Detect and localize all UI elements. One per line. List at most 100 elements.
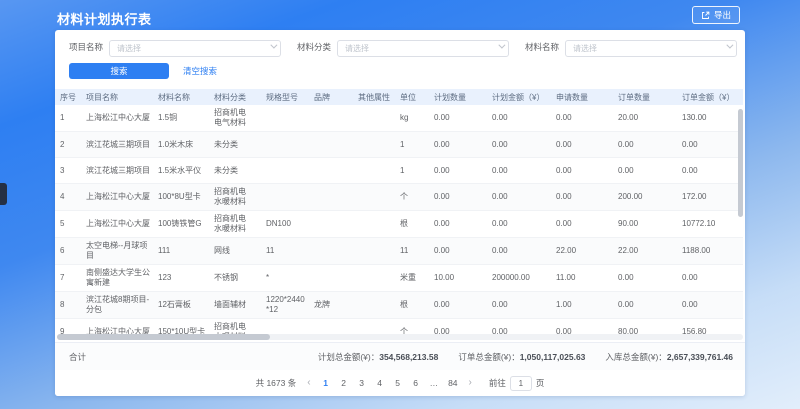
table-cell: 1.5铜 — [153, 105, 209, 132]
page-number[interactable]: 5 — [394, 378, 402, 388]
table-cell: 6 — [55, 238, 81, 265]
table-cell: 招商机电 电气材料 — [209, 105, 261, 132]
table-cell — [353, 265, 395, 292]
vertical-scrollbar-thumb[interactable] — [738, 109, 743, 217]
page-number[interactable]: 2 — [340, 378, 348, 388]
pagination-total: 共 1673 条 — [256, 377, 297, 389]
material-category-input[interactable] — [337, 40, 509, 57]
table-cell: 111 — [153, 238, 209, 265]
table-cell: 上海松江中心大厦 — [81, 211, 153, 238]
table-cell: 90.00 — [613, 211, 677, 238]
table-cell — [353, 292, 395, 319]
table-container: 序号项目名称材料名称材料分类规格型号品牌其他属性单位计划数量计划金额（¥）申请数… — [55, 89, 745, 346]
summary-item-label: 计划总金额(¥)： — [318, 352, 379, 362]
table-cell: 8 — [55, 292, 81, 319]
table-cell: 0.00 — [613, 292, 677, 319]
table-cell — [353, 158, 395, 184]
table-cell: 0.00 — [677, 292, 743, 319]
search-button[interactable]: 搜索 — [69, 63, 169, 79]
table-cell: 100铸铁管G — [153, 211, 209, 238]
materials-table: 序号项目名称材料名称材料分类规格型号品牌其他属性单位计划数量计划金额（¥）申请数… — [55, 89, 743, 346]
table-cell — [309, 184, 353, 211]
next-page-button[interactable]: › — [467, 378, 474, 388]
table-cell: 1.5米水平仪 — [153, 158, 209, 184]
goto-page-input[interactable] — [510, 376, 532, 391]
material-category-select[interactable] — [337, 38, 509, 55]
project-name-input[interactable] — [109, 40, 281, 57]
table-cell — [353, 211, 395, 238]
table-row[interactable]: 5上海松江中心大厦100铸铁管G招商机电 水暖材料DN100根0.000.000… — [55, 211, 743, 238]
table-cell: 1220*2440*12 — [261, 292, 309, 319]
table-cell: 根 — [395, 211, 429, 238]
table-cell — [261, 184, 309, 211]
table-cell: 11 — [261, 238, 309, 265]
project-name-select[interactable] — [109, 38, 281, 55]
export-icon — [701, 11, 710, 20]
page-number[interactable]: 3 — [358, 378, 366, 388]
table-cell: 1.00 — [551, 292, 613, 319]
table-row[interactable]: 4上海松江中心大厦100*8U型卡招商机电 水暖材料个0.000.000.002… — [55, 184, 743, 211]
table-cell: 滨江花城三期项目 — [81, 132, 153, 158]
table-cell: 南侧盛达大学生公寓新建 — [81, 265, 153, 292]
column-header: 单位 — [395, 89, 429, 105]
page-number[interactable]: 4 — [376, 378, 384, 388]
table-cell: 0.00 — [487, 105, 551, 132]
table-row[interactable]: 8滨江花城8期项目-分包12石膏板墙面辅材1220*2440*12龙牌根0.00… — [55, 292, 743, 319]
export-label: 导出 — [714, 9, 731, 21]
summary-total-label: 合计 — [69, 351, 86, 363]
table-cell — [353, 132, 395, 158]
table-cell: 未分类 — [209, 158, 261, 184]
material-name-select[interactable] — [565, 38, 737, 55]
filter-field-project: 项目名称 — [69, 38, 281, 55]
table-row[interactable]: 2滨江花城三期项目1.0米木床未分类10.000.000.000.000.00 — [55, 132, 743, 158]
table-cell: 不锈钢 — [209, 265, 261, 292]
table-cell: 4 — [55, 184, 81, 211]
clear-search-link[interactable]: 清空搜索 — [183, 65, 217, 77]
goto-label: 前往 — [489, 377, 506, 389]
table-cell — [309, 105, 353, 132]
content-card: 项目名称 材料分类 材料名称 — [55, 30, 745, 396]
table-cell — [353, 238, 395, 265]
sidebar-collapse-handle[interactable] — [0, 183, 7, 205]
material-category-label: 材料分类 — [297, 41, 331, 53]
export-button[interactable]: 导出 — [692, 6, 740, 24]
table-row[interactable]: 6太空电梯--月球项目111网线11110.000.0022.0022.0011… — [55, 238, 743, 265]
table-cell: 0.00 — [429, 184, 487, 211]
column-header: 品牌 — [309, 89, 353, 105]
table-row[interactable]: 3滨江花城三期项目1.5米水平仪未分类10.000.000.000.000.00 — [55, 158, 743, 184]
summary-item: 入库总金额(¥)：2,657,339,761.46 — [605, 351, 733, 363]
column-header: 其他属性 — [353, 89, 395, 105]
table-cell: * — [261, 265, 309, 292]
table-cell: 0.00 — [677, 132, 743, 158]
summary-item-label: 订单总金额(¥)： — [458, 352, 519, 362]
table-cell: 0.00 — [613, 158, 677, 184]
page-number[interactable]: 1 — [322, 378, 330, 388]
table-cell: 0.00 — [487, 238, 551, 265]
material-name-input[interactable] — [565, 40, 737, 57]
column-header: 申请数量 — [551, 89, 613, 105]
table-cell: 2 — [55, 132, 81, 158]
table-row[interactable]: 1上海松江中心大厦1.5铜招商机电 电气材料kg0.000.000.0020.0… — [55, 105, 743, 132]
page-number[interactable]: 84 — [448, 378, 457, 388]
summary-bar: 合计 计划总金额(¥)：354,568,213.58订单总金额(¥)：1,050… — [55, 342, 745, 370]
table-cell: 0.00 — [551, 132, 613, 158]
column-header: 订单数量 — [613, 89, 677, 105]
table-row[interactable]: 7南侧盛达大学生公寓新建123不锈钢*米重10.00200000.0011.00… — [55, 265, 743, 292]
table-cell: 0.00 — [677, 158, 743, 184]
table-body: 1上海松江中心大厦1.5铜招商机电 电气材料kg0.000.000.0020.0… — [55, 105, 743, 346]
table-cell: 172.00 — [677, 184, 743, 211]
horizontal-scrollbar-track — [57, 334, 743, 340]
prev-page-button[interactable]: ‹ — [305, 378, 312, 388]
page-number[interactable]: 6 — [412, 378, 420, 388]
column-header: 计划金额（¥） — [487, 89, 551, 105]
table-cell — [353, 184, 395, 211]
table-cell: 0.00 — [429, 158, 487, 184]
horizontal-scrollbar-thumb[interactable] — [57, 334, 270, 340]
page-title: 材料计划执行表 — [57, 9, 152, 28]
table-cell: 0.00 — [551, 211, 613, 238]
page-ellipsis: … — [430, 378, 439, 388]
column-header: 项目名称 — [81, 89, 153, 105]
table-cell: 未分类 — [209, 132, 261, 158]
goto-page-control: 前往 页 — [489, 376, 545, 391]
table-cell: 123 — [153, 265, 209, 292]
